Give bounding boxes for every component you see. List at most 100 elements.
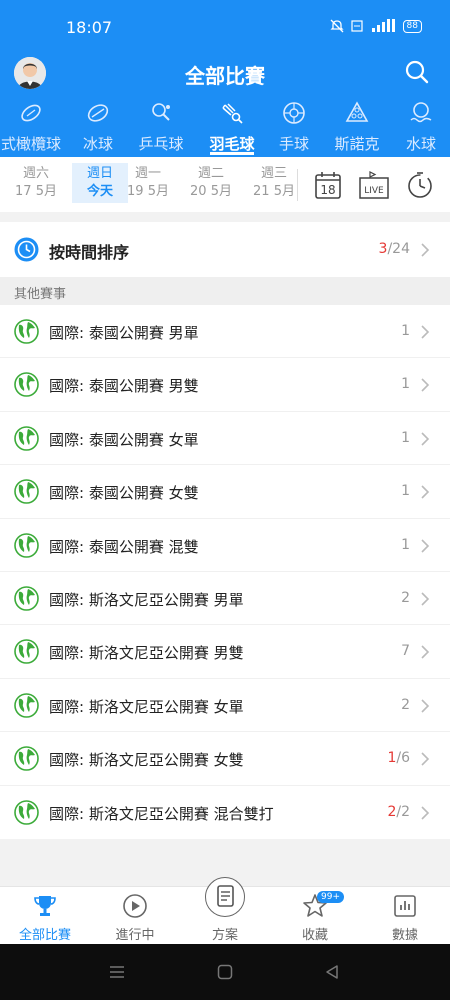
status-bar: 18:07 88 (0, 0, 450, 55)
globe-icon (14, 425, 39, 451)
total-count: 1 (401, 323, 410, 339)
tab-rugby[interactable]: 式橄欖球 (0, 93, 66, 157)
plan-icon (216, 885, 234, 907)
live-label: LIVE (364, 186, 384, 196)
globe-icon (14, 372, 39, 398)
league-row[interactable]: 國際: 斯洛文尼亞公開賽 男雙 7 (0, 625, 450, 679)
total-count: 1 (401, 376, 410, 393)
water-polo-icon (410, 102, 432, 123)
nav-all-matches[interactable]: 全部比賽 (0, 887, 90, 945)
snooker-icon (345, 101, 369, 122)
signal-icon (371, 19, 395, 32)
table-tennis-icon (152, 103, 170, 121)
league-name: 國際: 泰國公開賽 混雙 (49, 537, 199, 556)
rugby-ball-icon (21, 104, 41, 122)
league-name: 國際: 斯洛文尼亞公開賽 男雙 (49, 644, 244, 663)
league-name: 國際: 泰國公開賽 女雙 (49, 484, 199, 503)
globe-icon (14, 532, 39, 558)
nav-label: 方案 (211, 928, 238, 943)
nav-plans[interactable]: 方案 (180, 877, 270, 945)
calendar-button[interactable]: 18 (314, 170, 342, 200)
nav-favorites[interactable]: 99+ 收藏 (270, 887, 360, 945)
tab-snooker[interactable]: 斯諾克 (322, 93, 392, 157)
tab-badminton[interactable]: 羽毛球 (197, 93, 267, 157)
app-header: 全部比賽 (0, 55, 450, 93)
sort-by-time-row[interactable]: 按時間排序 3/24 (0, 222, 450, 277)
status-time: 18:07 (66, 18, 113, 37)
total-count: 2 (401, 696, 410, 713)
league-row[interactable]: 國際: 斯洛文尼亞公開賽 男單 2 (0, 572, 450, 626)
match-count: 1 (401, 376, 410, 392)
date-item[interactable]: 週二 20 5月 (183, 165, 239, 201)
system-nav-bar (0, 944, 450, 1000)
handball-icon (283, 102, 305, 124)
date-weekday: 週六 (22, 166, 49, 181)
hockey-puck-icon (87, 104, 109, 122)
section-header: 其他賽事 (0, 277, 450, 305)
league-row[interactable]: 國際: 斯洛文尼亞公開賽 女雙 1/6 (0, 732, 450, 786)
tab-label: 羽毛球 (209, 135, 255, 153)
calendar-icon: 18 (315, 172, 341, 199)
volte-icon (350, 20, 363, 32)
chevron-right-icon (421, 378, 430, 392)
total-count: 1 (401, 536, 410, 553)
match-count: 2 (401, 697, 410, 713)
league-name: 國際: 斯洛文尼亞公開賽 女雙 (49, 751, 244, 770)
league-row[interactable]: 國際: 斯洛文尼亞公開賽 混合雙打 2/2 (0, 786, 450, 839)
active-tab-indicator (210, 152, 254, 155)
home-icon[interactable] (217, 964, 233, 980)
league-row[interactable]: 國際: 泰國公開賽 混雙 1 (0, 519, 450, 572)
tab-table-tennis[interactable]: 乒乓球 (126, 93, 196, 157)
league-row[interactable]: 國際: 泰國公開賽 男雙 1 (0, 358, 450, 412)
nav-data[interactable]: 數據 (360, 887, 450, 945)
trophy-icon (34, 896, 56, 916)
nav-label: 數據 (391, 928, 418, 943)
date-item[interactable]: 週三 21 5月 (246, 165, 302, 201)
clock-icon (14, 237, 39, 262)
timer-icon (408, 172, 432, 198)
search-icon (405, 60, 429, 84)
menu-icon[interactable] (109, 964, 125, 980)
match-count: 1 (401, 537, 410, 553)
tab-handball[interactable]: 手球 (259, 93, 329, 157)
timer-button[interactable] (405, 170, 435, 200)
league-name: 國際: 斯洛文尼亞公開賽 男單 (49, 590, 244, 609)
match-count: 1 (401, 323, 410, 339)
date-selector: 週六 17 5月 週日 今天 週一 19 5月 週二 20 5月 週三 21 5… (0, 157, 450, 212)
date-day: 21 5月 (253, 184, 295, 199)
bottom-nav: 全部比賽 進行中 方案 99+ 收藏 數據 (0, 877, 450, 945)
league-row[interactable]: 國際: 泰國公開賽 女雙 1 (0, 465, 450, 519)
globe-icon (14, 692, 39, 718)
chevron-right-icon (421, 699, 430, 713)
league-row[interactable]: 國際: 泰國公開賽 女單 1 (0, 412, 450, 466)
league-name: 國際: 泰國公開賽 男單 (49, 324, 199, 342)
date-item[interactable]: 週六 17 5月 (8, 165, 64, 201)
league-row[interactable]: 國際: 泰國公開賽 男單 1 (0, 305, 450, 359)
live-icon: LIVE (359, 171, 389, 199)
favorites-badge: 99+ (317, 891, 344, 903)
date-weekday: 週一 (134, 166, 161, 181)
play-icon (123, 894, 147, 918)
chevron-right-icon (421, 432, 430, 446)
date-item[interactable]: 週一 19 5月 (120, 165, 176, 201)
chevron-right-icon (421, 243, 430, 257)
nav-in-progress[interactable]: 進行中 (90, 887, 180, 945)
match-count: 3/24 (379, 241, 410, 257)
status-icons: 88 (329, 19, 422, 33)
league-name: 國際: 泰國公開賽 男雙 (49, 377, 199, 396)
chevron-right-icon (421, 538, 430, 553)
league-row[interactable]: 國際: 斯洛文尼亞公開賽 女單 2 (0, 679, 450, 733)
total-count: 1 (401, 429, 410, 446)
globe-icon (14, 586, 39, 611)
calendar-day: 18 (320, 183, 335, 197)
search-button[interactable] (404, 59, 430, 85)
mute-icon (329, 19, 344, 33)
nav-label: 收藏 (301, 928, 328, 943)
tab-ice-hockey[interactable]: 冰球 (63, 93, 133, 157)
tab-water-polo[interactable]: 水球 (386, 93, 450, 157)
live-button[interactable]: LIVE (359, 170, 389, 200)
back-icon[interactable] (324, 964, 340, 980)
nav-label: 進行中 (115, 928, 155, 943)
tab-label: 手球 (278, 135, 309, 153)
chevron-right-icon (421, 805, 430, 820)
